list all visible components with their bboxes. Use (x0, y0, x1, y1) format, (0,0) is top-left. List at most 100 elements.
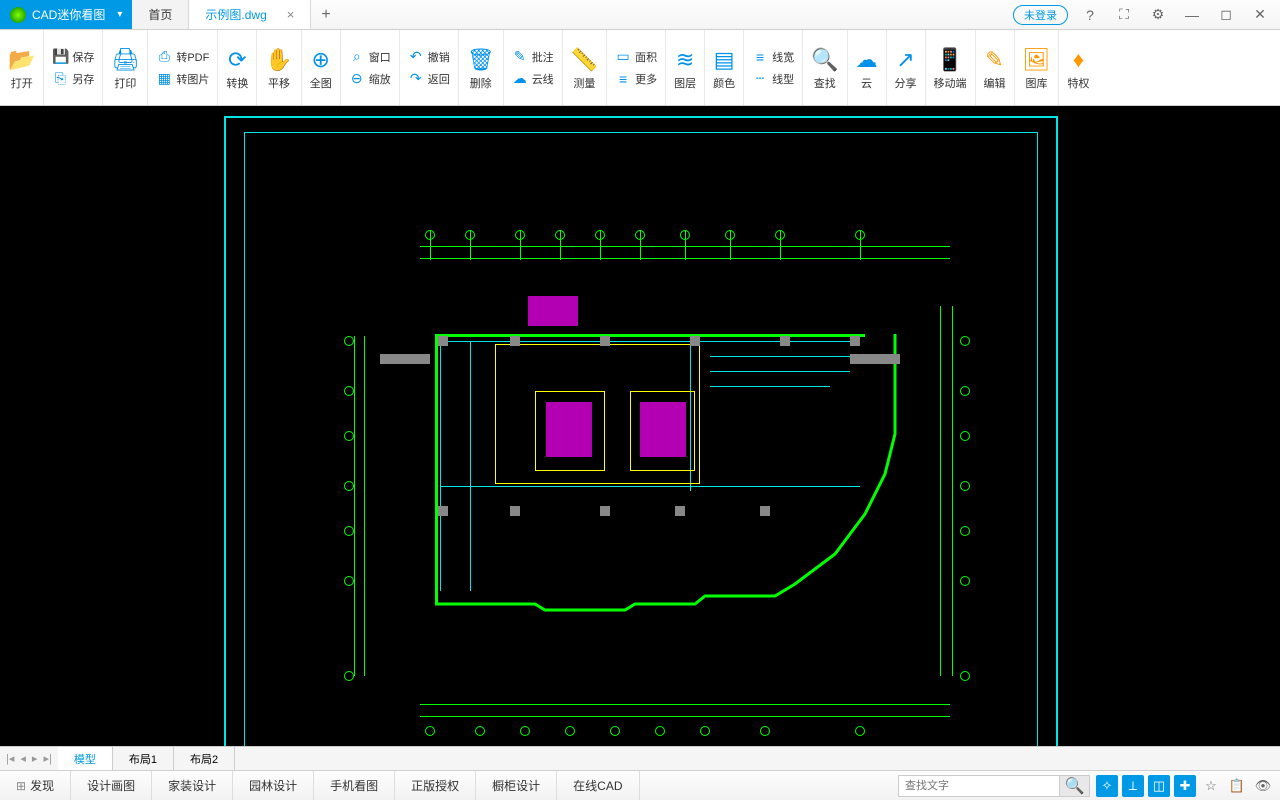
find-button[interactable]: 🔍查找 (803, 30, 847, 105)
hand-icon: ✋ (265, 45, 292, 75)
annotate-icon: ✎ (512, 48, 528, 65)
delete-button[interactable]: 🗑删除 (459, 30, 504, 105)
next-layout-icon[interactable]: ▸ (32, 752, 38, 765)
edit-icon: ✎ (985, 45, 1003, 75)
mobile-button[interactable]: 📱移动端 (926, 30, 976, 105)
measure-group: ▭面积 ≡更多 (607, 30, 666, 105)
saveas-button[interactable]: ⎘另存 (52, 68, 94, 90)
undo-group: ↶撤销 ↷返回 (400, 30, 459, 105)
area-button[interactable]: ▭面积 (615, 46, 657, 68)
settings-icon[interactable]: ⚙ (1146, 6, 1170, 23)
link-cabinet-design[interactable]: 橱柜设计 (476, 771, 557, 800)
link-garden-design[interactable]: 园林设计 (233, 771, 314, 800)
lineweight-button[interactable]: ≡线宽 (752, 46, 794, 68)
link-mobile-view[interactable]: 手机看图 (314, 771, 395, 800)
save-button[interactable]: 💾保存 (52, 46, 94, 68)
share-icon: ↗ (896, 45, 914, 75)
discover-button[interactable]: ⊞发现 (0, 771, 71, 800)
measure-button[interactable]: 📏测量 (563, 30, 607, 105)
color-button[interactable]: ▤颜色 (705, 30, 744, 105)
zoom-full-button[interactable]: ⊕全图 (302, 30, 341, 105)
pdf-icon: ⎙ (156, 48, 172, 65)
fullscreen-icon[interactable]: ⛶ (1112, 6, 1136, 23)
tab-document[interactable]: 示例图.dwg × (189, 0, 311, 29)
first-layout-icon[interactable]: |◂ (6, 752, 14, 765)
pan-button[interactable]: ✋平移 (257, 30, 301, 105)
linetype-icon: ┄ (752, 70, 768, 87)
titlebar-right: 未登录 ? ⛶ ⚙ — ◻ ✕ (1013, 0, 1280, 29)
gallery-button[interactable]: 🖼图库 (1015, 30, 1060, 105)
last-layout-icon[interactable]: ▸| (43, 752, 51, 765)
save-icon: 💾 (52, 48, 68, 65)
print-button[interactable]: 🖨打印 (103, 30, 148, 105)
status-toggles: ✧ ⟂ ◫ ✚ ☆ 📋 👁 (1090, 771, 1280, 800)
open-button[interactable]: 📂打开 (0, 30, 44, 105)
layout-nav: |◂ ◂ ▸ ▸| (0, 747, 58, 770)
zoom-button[interactable]: ⊖缩放 (349, 68, 391, 90)
annotate-button[interactable]: ✎批注 (512, 46, 554, 68)
tab-layout2[interactable]: 布局2 (174, 747, 235, 770)
crown-icon: ♦ (1073, 45, 1084, 75)
zoom-icon: ⊖ (349, 70, 365, 87)
tab-layout1[interactable]: 布局1 (113, 747, 174, 770)
search-button[interactable]: 🔍 (1059, 776, 1089, 796)
more-button[interactable]: ≡更多 (615, 68, 657, 90)
privilege-button[interactable]: ♦特权 (1059, 30, 1097, 105)
undo-icon: ↶ (408, 48, 424, 65)
annotate-group: ✎批注 ☁云线 (504, 30, 563, 105)
osnap-toggle[interactable]: ◫ (1148, 775, 1170, 797)
to-image-button[interactable]: ▦转图片 (156, 68, 209, 90)
titlebar: CAD迷你看图 ▾ 首页 示例图.dwg × + 未登录 ? ⛶ ⚙ — ◻ ✕ (0, 0, 1280, 30)
return-icon: ↷ (408, 70, 424, 87)
ortho-toggle[interactable]: ⟂ (1122, 775, 1144, 797)
edit-button[interactable]: ✎编辑 (976, 30, 1015, 105)
share-button[interactable]: ↗分享 (887, 30, 926, 105)
save-group: 💾保存 ⎘另存 (44, 30, 103, 105)
link-design-draw[interactable]: 设计画图 (71, 771, 152, 800)
layers-icon: ≋ (676, 45, 694, 75)
app-logo-icon (10, 7, 26, 23)
convert-button[interactable]: ⟳转换 (218, 30, 257, 105)
search-icon: 🔍 (811, 45, 838, 75)
to-pdf-button[interactable]: ⎙转PDF (156, 46, 209, 68)
grid-icon: ⊞ (16, 779, 26, 793)
convert-group: ⎙转PDF ▦转图片 (148, 30, 218, 105)
minimize-icon[interactable]: — (1180, 7, 1204, 23)
close-tab-icon[interactable]: × (287, 7, 295, 22)
feedback-toggle[interactable]: 👁 (1252, 775, 1274, 797)
ruler-icon: 📏 (571, 45, 598, 75)
tab-home[interactable]: 首页 (132, 0, 189, 29)
tab-model[interactable]: 模型 (58, 747, 113, 770)
help-icon[interactable]: ? (1078, 7, 1102, 23)
link-license[interactable]: 正版授权 (395, 771, 476, 800)
login-button[interactable]: 未登录 (1013, 5, 1068, 25)
snap-toggle[interactable]: ✧ (1096, 775, 1118, 797)
image-icon: ▦ (156, 70, 172, 87)
floor-plan (340, 186, 980, 746)
crosshair-toggle[interactable]: ✚ (1174, 775, 1196, 797)
undo-button[interactable]: ↶撤销 (408, 46, 450, 68)
cloud-button[interactable]: ☁云 (848, 30, 887, 105)
link-home-design[interactable]: 家装设计 (152, 771, 233, 800)
add-tab-button[interactable]: + (311, 0, 340, 29)
cloud-line-button[interactable]: ☁云线 (512, 68, 554, 90)
line-group: ≡线宽 ┄线型 (744, 30, 803, 105)
maximize-icon[interactable]: ◻ (1214, 6, 1238, 23)
prev-layout-icon[interactable]: ◂ (20, 752, 26, 765)
link-online-cad[interactable]: 在线CAD (557, 771, 639, 800)
zoom-group: ⌕窗口 ⊖缩放 (341, 30, 400, 105)
clipboard-toggle[interactable]: 📋 (1226, 775, 1248, 797)
favorite-toggle[interactable]: ☆ (1200, 775, 1222, 797)
close-window-icon[interactable]: ✕ (1248, 6, 1272, 23)
layer-button[interactable]: ≋图层 (666, 30, 705, 105)
app-menu[interactable]: CAD迷你看图 ▾ (0, 0, 132, 29)
linetype-button[interactable]: ┄线型 (752, 68, 794, 90)
zoom-window-button[interactable]: ⌕窗口 (349, 46, 391, 68)
search-input[interactable] (899, 776, 1059, 796)
trash-icon: 🗑 (467, 45, 495, 75)
return-button[interactable]: ↷返回 (408, 68, 450, 90)
statusbar: ⊞发现 设计画图 家装设计 园林设计 手机看图 正版授权 橱柜设计 在线CAD … (0, 770, 1280, 800)
drawing-canvas[interactable]: 弱电平面图 1:100 (0, 106, 1280, 746)
lineweight-icon: ≡ (752, 49, 768, 65)
cloud-line-icon: ☁ (512, 70, 528, 87)
